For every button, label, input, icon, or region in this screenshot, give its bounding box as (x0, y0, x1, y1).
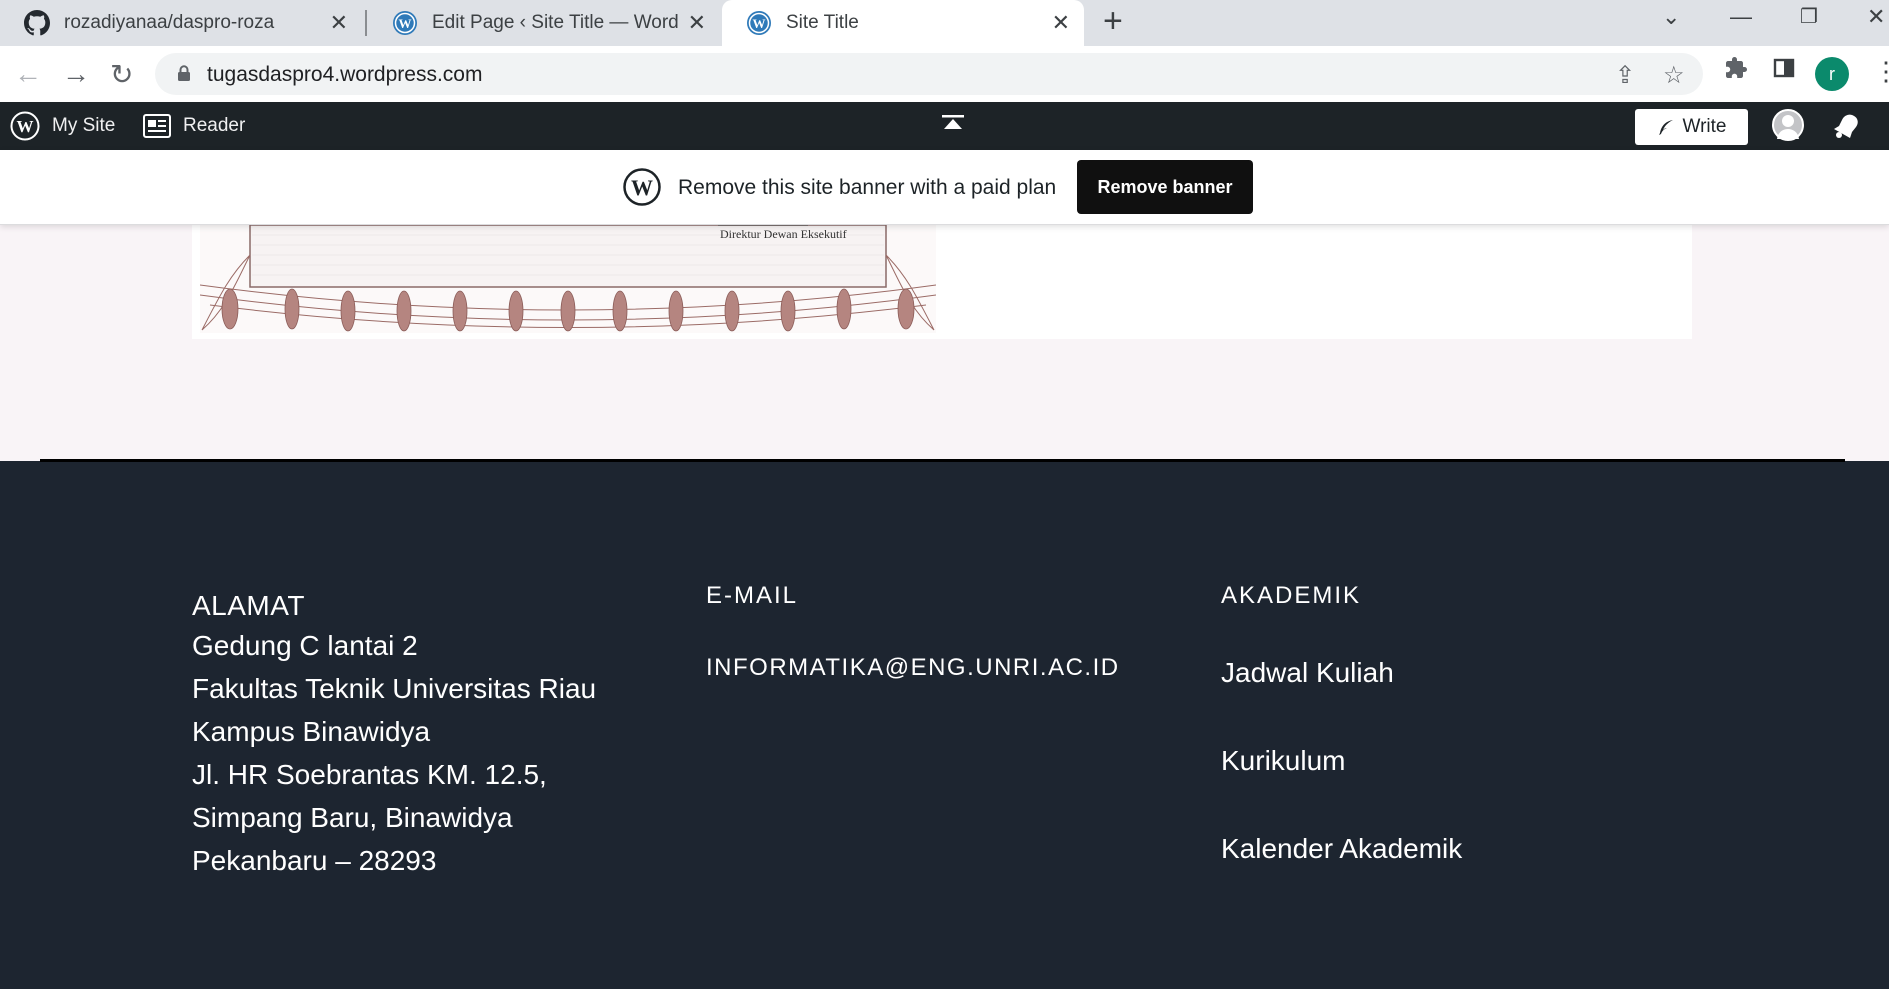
akademik-link-kurikulum[interactable]: Kurikulum (1221, 745, 1345, 777)
address-line: Pekanbaru – 28293 (192, 845, 437, 876)
tab-edit-page[interactable]: W Edit Page ‹ Site Title — WordPress ✕ (368, 0, 720, 46)
address-line: Jl. HR Soebrantas KM. 12.5, (192, 759, 547, 790)
tab-search-icon[interactable]: ⌄ (1662, 4, 1680, 30)
certificate-signature-title: Direktur Dewan Eksekutif (720, 227, 847, 241)
new-tab-icon[interactable]: + (1103, 2, 1123, 41)
write-label: Write (1682, 116, 1727, 137)
reader-icon (143, 114, 171, 138)
extensions-icon[interactable] (1724, 56, 1748, 87)
user-avatar[interactable] (1772, 109, 1804, 141)
browser-tab-strip: rozadiyanaa/daspro-roza ✕ W Edit Page ‹ … (0, 0, 1889, 46)
url-text: tugasdaspro4.wordpress.com (207, 63, 483, 86)
user-silhouette-icon (1777, 115, 1799, 139)
akademik-link-jadwal-kuliah[interactable]: Jadwal Kuliah (1221, 657, 1394, 689)
address-line: Kampus Binawidya (192, 716, 431, 747)
close-icon[interactable]: ✕ (688, 10, 706, 36)
wordpress-logo-icon: W (623, 168, 661, 206)
tab-title: Edit Page ‹ Site Title — WordPress (432, 12, 678, 33)
akademik-heading: AKADEMIK (1221, 582, 1362, 609)
tab-github[interactable]: rozadiyanaa/daspro-roza ✕ (0, 0, 362, 46)
svg-text:W: W (631, 175, 653, 200)
svg-text:W: W (753, 16, 766, 31)
alamat-heading: ALAMAT (192, 590, 305, 621)
write-button[interactable]: Write (1635, 109, 1748, 145)
svg-text:W: W (399, 16, 412, 31)
reload-icon[interactable]: ↻ (110, 58, 133, 91)
side-panel-icon[interactable] (1772, 56, 1796, 87)
profile-avatar[interactable]: r (1815, 57, 1849, 91)
bookmark-star-icon[interactable]: ☆ (1663, 61, 1685, 90)
email-heading: E-MAIL (706, 582, 799, 609)
tab-title: rozadiyanaa/daspro-roza (64, 12, 275, 33)
address-bar[interactable]: tugasdaspro4.wordpress.com ⇪ ☆ (155, 53, 1703, 95)
collapse-bar-icon[interactable] (942, 115, 964, 131)
browser-menu-icon[interactable]: ⋮ (1873, 56, 1889, 87)
notifications-bell-icon[interactable] (1832, 113, 1862, 139)
tab-site-title[interactable]: W Site Title ✕ (722, 0, 1084, 46)
alamat-address: Gedung C lantai 2 Fakultas Teknik Univer… (192, 624, 596, 882)
address-line: Gedung C lantai 2 (192, 630, 418, 661)
address-line: Fakultas Teknik Universitas Riau (192, 673, 597, 704)
github-icon (24, 10, 50, 36)
close-icon[interactable]: ✕ (1052, 10, 1070, 36)
site-banner: W Remove this site banner with a paid pl… (0, 150, 1889, 225)
tab-divider (365, 10, 367, 36)
reader-label: Reader (183, 115, 246, 136)
share-icon[interactable]: ⇪ (1615, 61, 1635, 90)
wordpress-icon: W (747, 11, 771, 35)
address-line: Simpang Baru, Binawidya (192, 802, 513, 833)
svg-text:W: W (17, 117, 34, 136)
my-site-button[interactable]: W My Site (10, 102, 115, 150)
my-site-label: My Site (52, 115, 116, 136)
back-icon[interactable]: ← (14, 58, 42, 90)
tab-title: Site Title (786, 12, 859, 33)
banner-message: Remove this site banner with a paid plan (678, 176, 1057, 199)
email-link[interactable]: INFORMATIKA@ENG.UNRI.AC.ID (706, 654, 1120, 682)
minimize-icon[interactable]: — (1730, 4, 1752, 30)
forward-icon[interactable]: → (62, 58, 90, 90)
close-icon[interactable]: ✕ (330, 10, 348, 36)
footer-divider (40, 459, 1845, 462)
lock-icon (178, 65, 190, 81)
feather-pen-icon (1658, 120, 1673, 135)
wordpress-icon: W (393, 11, 417, 35)
restore-icon[interactable]: ❐ (1800, 4, 1818, 29)
wordpress-logo-icon: W (10, 111, 40, 141)
remove-banner-button[interactable]: Remove banner (1077, 160, 1253, 214)
browser-toolbar: ← → ↻ tugasdaspro4.wordpress.com ⇪ ☆ r ⋮ (0, 46, 1889, 102)
close-window-icon[interactable]: ✕ (1867, 4, 1885, 30)
reader-button[interactable]: Reader (143, 102, 245, 150)
akademik-link-kalender-akademik[interactable]: Kalender Akademik (1221, 833, 1462, 865)
